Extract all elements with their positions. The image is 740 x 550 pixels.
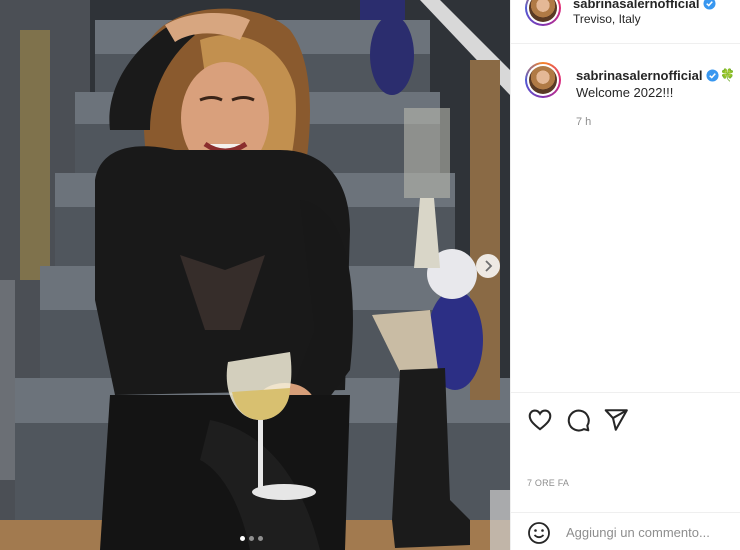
carousel-dot-1 bbox=[240, 536, 245, 541]
caption-author-username[interactable]: sabrinasalernofficial bbox=[576, 68, 719, 83]
avatar-image bbox=[529, 0, 557, 22]
post-side-panel: sabrinasalernofficial Treviso, Italy sab… bbox=[510, 0, 740, 550]
next-slide-button[interactable] bbox=[476, 254, 500, 278]
author-avatar[interactable] bbox=[525, 0, 561, 26]
comment-input[interactable] bbox=[566, 521, 736, 543]
paper-plane-icon[interactable] bbox=[603, 407, 629, 433]
caption-author-avatar[interactable] bbox=[525, 62, 561, 98]
add-comment-bar bbox=[511, 512, 740, 550]
comment-icon[interactable] bbox=[565, 407, 591, 433]
smiley-icon[interactable] bbox=[527, 521, 551, 545]
chevron-right-icon bbox=[485, 260, 493, 272]
carousel-dot-3 bbox=[258, 536, 263, 541]
post-timestamp[interactable]: 7 ORE FA bbox=[527, 478, 569, 488]
photo-illustration bbox=[0, 0, 510, 550]
post-location[interactable]: Treviso, Italy bbox=[573, 12, 641, 26]
author-username[interactable]: sabrinasalernofficial bbox=[573, 0, 716, 11]
heart-icon[interactable] bbox=[527, 407, 553, 433]
caption-username-text[interactable]: sabrinasalernofficial bbox=[576, 68, 702, 83]
post-header: sabrinasalernofficial Treviso, Italy bbox=[511, 0, 740, 44]
post-actions bbox=[511, 392, 740, 452]
caption-emoji: 🍀 bbox=[720, 68, 735, 82]
author-username-text[interactable]: sabrinasalernofficial bbox=[573, 0, 699, 11]
verified-badge-icon bbox=[706, 69, 719, 82]
carousel-dots bbox=[240, 536, 263, 541]
caption-text: Welcome 2022!!! bbox=[576, 85, 674, 100]
caption-time[interactable]: 7 h bbox=[576, 116, 591, 128]
post-photo[interactable] bbox=[0, 0, 510, 550]
verified-badge-icon bbox=[703, 0, 716, 10]
carousel-dot-2 bbox=[249, 536, 254, 541]
avatar-image bbox=[529, 66, 557, 94]
